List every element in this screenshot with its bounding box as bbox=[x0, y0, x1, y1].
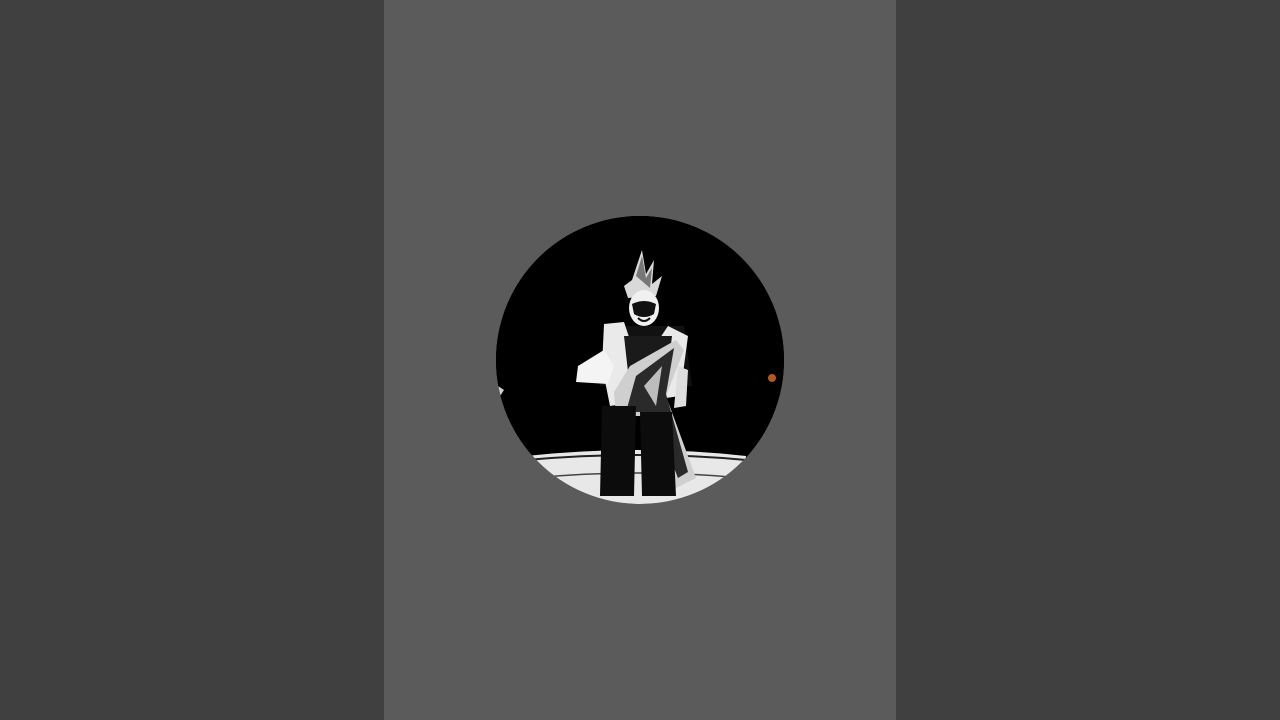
channel-avatar-image-icon bbox=[496, 216, 784, 504]
pillarbox-left bbox=[0, 0, 384, 720]
video-player-frame[interactable] bbox=[0, 0, 1280, 720]
channel-avatar bbox=[496, 216, 784, 504]
pillarbox-right bbox=[896, 0, 1280, 720]
